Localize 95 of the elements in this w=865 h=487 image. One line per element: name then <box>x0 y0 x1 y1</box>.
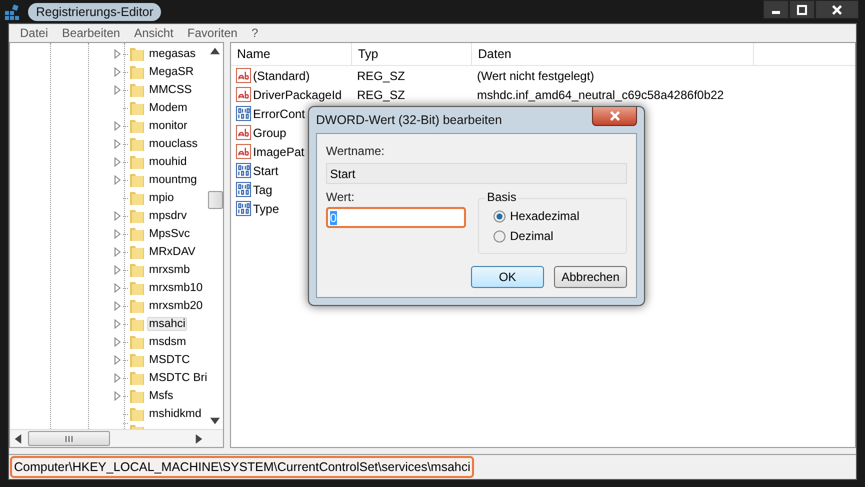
folder-icon <box>129 370 145 386</box>
tree-item[interactable]: mountmg <box>147 173 199 187</box>
folder-icon <box>129 352 145 368</box>
close-button[interactable] <box>592 107 637 126</box>
value-name[interactable]: Type <box>253 202 280 216</box>
maximize-button[interactable] <box>789 0 815 19</box>
field-label: Wertname: <box>326 144 386 158</box>
folder-icon <box>129 208 145 224</box>
tree-item[interactable]: msdsm <box>147 335 188 349</box>
value-name[interactable]: DriverPackageId <box>253 88 342 102</box>
folder-icon <box>129 226 145 242</box>
folder-icon <box>129 100 145 116</box>
tree-item[interactable]: monitor <box>147 119 190 133</box>
string-value-icon <box>236 125 251 140</box>
tree-item[interactable]: MegaSR <box>147 65 196 79</box>
minimize-button[interactable] <box>763 0 789 19</box>
cancel-button[interactable]: Abbrechen <box>554 266 627 288</box>
folder-icon <box>129 172 145 188</box>
scroll-thumb[interactable] <box>28 431 110 446</box>
value-name[interactable]: ImagePat <box>253 144 304 158</box>
menu-item[interactable]: Datei <box>13 26 56 40</box>
folder-icon <box>129 64 145 80</box>
folder-icon <box>129 154 145 170</box>
folder-icon <box>129 46 145 62</box>
folder-icon <box>129 118 145 134</box>
menu-item[interactable]: ? <box>244 26 266 40</box>
string-value-icon <box>236 87 251 102</box>
folder-icon <box>129 262 145 278</box>
close-button[interactable] <box>815 0 859 19</box>
maximize-icon <box>796 4 808 14</box>
string-value-icon <box>236 68 251 83</box>
radio-label[interactable]: Dezimal <box>510 229 554 243</box>
tree-item[interactable]: mrxsmb <box>147 263 192 277</box>
tree-item[interactable]: msahci <box>147 317 188 331</box>
tree-item[interactable]: Msfs <box>147 389 176 403</box>
tree-item[interactable]: Modem <box>147 101 190 115</box>
grip-icon <box>64 434 74 442</box>
value-name[interactable]: Start <box>253 164 278 178</box>
radio-button[interactable] <box>493 230 506 242</box>
folder-icon <box>129 82 145 98</box>
radio-label[interactable]: Hexadezimal <box>510 209 580 223</box>
tree-item[interactable]: mrxsmb20 <box>147 299 205 313</box>
folder-icon <box>129 334 145 350</box>
tree-item[interactable]: MRxDAV <box>147 245 198 259</box>
folder-icon <box>129 136 145 152</box>
menu-item[interactable]: Favoriten <box>180 26 244 40</box>
tree-item[interactable]: mouhid <box>147 155 189 169</box>
value-name-field[interactable]: Start <box>326 163 627 184</box>
window-title: Registrierungs-Editor <box>28 2 162 20</box>
folder-icon <box>129 244 145 260</box>
tree-item[interactable]: mouclass <box>147 137 200 151</box>
folder-icon <box>129 298 145 314</box>
tree-item[interactable]: MpsSvc <box>147 227 192 241</box>
minimize-icon <box>772 10 780 14</box>
folder-icon <box>129 388 145 404</box>
binary-value-icon <box>236 201 251 216</box>
close-icon <box>831 4 843 14</box>
tree-item[interactable]: mshidkmd <box>147 407 204 421</box>
value-type: REG_SZ <box>357 68 406 82</box>
folder-icon <box>129 316 145 332</box>
binary-value-icon <box>236 163 251 178</box>
group-label: Basis <box>485 190 518 204</box>
value-data: (Wert nicht festgelegt) <box>477 68 594 82</box>
radio-button[interactable] <box>493 210 506 222</box>
value-type: REG_SZ <box>357 88 406 102</box>
tree-item[interactable]: MSDTC <box>147 353 192 367</box>
column-header[interactable]: Typ <box>352 43 472 65</box>
ok-button[interactable]: OK <box>471 266 544 288</box>
status-path: Computer\HKEY_LOCAL_MACHINE\SYSTEM\CurrentControlSet\services\msahci <box>10 456 474 478</box>
close-icon <box>608 111 620 121</box>
horizontal-scrollbar[interactable] <box>10 429 223 447</box>
menu-item[interactable]: Bearbeiten <box>55 26 128 40</box>
string-value-icon <box>236 144 251 159</box>
tree-item[interactable]: MMCSS <box>147 83 194 97</box>
column-header[interactable]: Daten <box>472 43 754 65</box>
tree-item[interactable]: megasas <box>147 47 198 61</box>
tree-item[interactable]: mrxsmb10 <box>147 281 205 295</box>
binary-value-icon <box>236 106 251 121</box>
menu-item[interactable]: Ansicht <box>127 26 180 40</box>
tree-item[interactable]: mpsdrv <box>147 209 189 223</box>
tree-item[interactable]: MSDTC Bri <box>147 371 207 385</box>
folder-icon <box>129 280 145 296</box>
binary-value-icon <box>236 182 251 197</box>
column-header[interactable]: Name <box>231 43 352 65</box>
field-label: Wert: <box>326 190 356 204</box>
registry-icon <box>4 2 22 20</box>
value-name[interactable]: Group <box>253 126 286 140</box>
scroll-thumb[interactable] <box>208 191 223 209</box>
folder-icon <box>129 190 145 206</box>
tree-item[interactable]: mpio <box>147 191 176 205</box>
value-name[interactable]: (Standard) <box>253 68 310 82</box>
value-data: mshdc.inf_amd64_neutral_c69c58a4286f0b22 <box>477 88 724 102</box>
value-name[interactable]: Tag <box>253 182 272 196</box>
value-name[interactable]: ErrorCont <box>253 106 306 120</box>
dialog-title: DWORD-Wert (32-Bit) bearbeiten <box>316 113 502 127</box>
